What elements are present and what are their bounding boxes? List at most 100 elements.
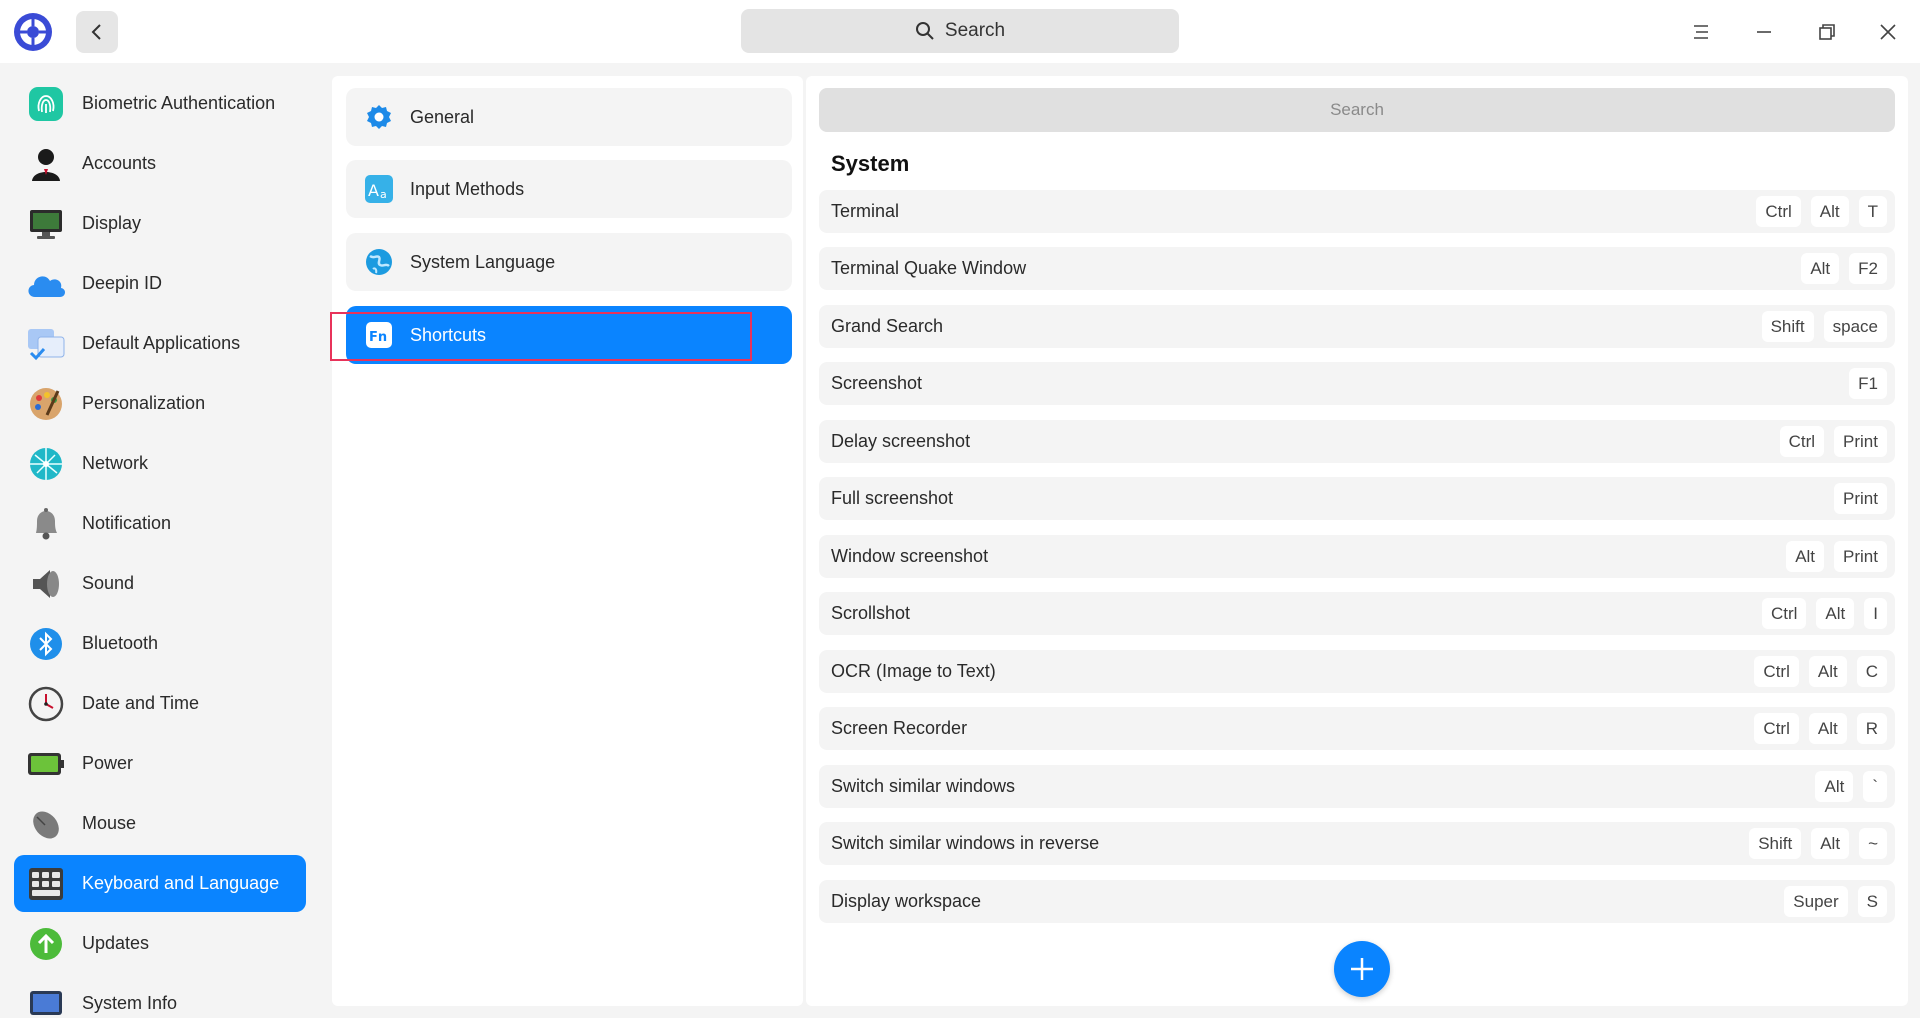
sidebar-item-personalization[interactable]: Personalization	[14, 375, 306, 432]
shortcut-keys[interactable]: Ctrl Alt I	[1761, 598, 1887, 629]
control-center-logo-icon[interactable]	[12, 11, 54, 53]
shortcut-row[interactable]: Switch similar windows Alt `	[819, 765, 1895, 808]
shortcut-name: Grand Search	[831, 316, 944, 336]
main-menu-button[interactable]	[1683, 14, 1719, 50]
sidebar-item-updates[interactable]: Updates	[14, 915, 306, 972]
sidebar-item-power[interactable]: Power	[14, 735, 306, 792]
shortcut-row[interactable]: Display workspace Super S	[819, 880, 1895, 923]
key-cap: Ctrl	[1756, 196, 1801, 227]
key-cap: C	[1856, 656, 1887, 687]
shortcut-row[interactable]: OCR (Image to Text) Ctrl Alt C	[819, 650, 1895, 693]
shortcut-keys[interactable]: F1	[1849, 368, 1887, 399]
key-cap: Alt	[1815, 771, 1854, 802]
shortcut-keys[interactable]: Ctrl Print	[1779, 426, 1887, 457]
shortcut-row[interactable]: Screenshot F1	[819, 362, 1895, 405]
shortcut-name: Window screenshot	[831, 546, 989, 566]
shortcut-keys[interactable]: Ctrl Alt C	[1754, 656, 1887, 687]
sidebar: Biometric Authentication Accounts Displa…	[0, 63, 320, 1018]
chevron-left-icon	[91, 24, 101, 40]
key-cap: Alt	[1808, 713, 1847, 744]
restore-window-icon	[1819, 24, 1835, 40]
sidebar-item-accounts[interactable]: Accounts	[14, 135, 306, 192]
sidebar-item-deepin-id[interactable]: Deepin ID	[14, 255, 306, 312]
minimize-button[interactable]	[1746, 14, 1782, 50]
gear-icon	[364, 102, 394, 132]
shortcut-name: Delay screenshot	[831, 431, 971, 451]
sidebar-item-label: Date and Time	[82, 693, 200, 713]
shortcut-keys[interactable]: Ctrl Alt R	[1754, 713, 1887, 744]
key-cap: T	[1858, 196, 1887, 227]
shortcut-name: Full screenshot	[831, 488, 954, 508]
submenu-item-shortcuts[interactable]: Fn Shortcuts	[346, 306, 792, 364]
shortcut-keys[interactable]: Print	[1834, 483, 1887, 514]
battery-icon	[24, 742, 68, 786]
shortcut-name: Terminal Quake Window	[831, 258, 1027, 278]
key-cap: Alt	[1808, 656, 1847, 687]
shortcut-keys[interactable]: Ctrl Alt T	[1756, 196, 1887, 227]
key-cap: Print	[1834, 483, 1887, 514]
key-cap: F2	[1849, 253, 1887, 284]
sidebar-item-label: Biometric Authentication	[82, 93, 276, 113]
sidebar-item-sound[interactable]: Sound	[14, 555, 306, 612]
key-cap: Print	[1834, 541, 1887, 572]
sidebar-item-display[interactable]: Display	[14, 195, 306, 252]
sidebar-item-system-info[interactable]: System Info	[14, 975, 306, 1018]
shortcut-row[interactable]: Switch similar windows in reverse Shift …	[819, 822, 1895, 865]
shortcut-row[interactable]: Delay screenshot Ctrl Print	[819, 420, 1895, 463]
submenu-item-input-methods[interactable]: Aa Input Methods	[346, 160, 792, 218]
sidebar-item-label: Notification	[82, 513, 172, 533]
svg-text:a: a	[380, 188, 387, 201]
shortcut-keys[interactable]: Alt F2	[1801, 253, 1887, 284]
search-icon	[915, 22, 934, 40]
sidebar-item-label: Display	[82, 213, 142, 233]
shortcut-row[interactable]: Window screenshot Alt Print	[819, 535, 1895, 578]
sidebar-item-date-and-time[interactable]: Date and Time	[14, 675, 306, 732]
shortcut-name: Switch similar windows	[831, 776, 1016, 796]
shortcut-keys[interactable]: Alt Print	[1786, 541, 1887, 572]
shortcut-name: Display workspace	[831, 891, 982, 911]
key-cap: Alt	[1786, 541, 1825, 572]
key-cap: Ctrl	[1779, 426, 1825, 457]
shortcut-row[interactable]: Terminal Ctrl Alt T	[819, 190, 1895, 233]
speaker-icon	[24, 562, 68, 606]
mouse-icon	[24, 802, 68, 846]
submenu-item-label: General	[410, 106, 475, 127]
minimize-icon	[1757, 31, 1771, 33]
palette-icon	[24, 382, 68, 426]
shortcut-row[interactable]: Grand Search Shift space	[819, 305, 1895, 348]
add-shortcut-button[interactable]	[1334, 941, 1390, 997]
shortcut-name: Scrollshot	[831, 603, 911, 623]
submenu-item-system-language[interactable]: System Language	[346, 233, 792, 291]
sidebar-item-keyboard-and-language[interactable]: Keyboard and Language	[14, 855, 306, 912]
shortcut-keys[interactable]: Alt `	[1815, 771, 1887, 802]
close-button[interactable]	[1870, 14, 1906, 50]
shortcut-search-input[interactable]: Search	[819, 88, 1895, 132]
shortcut-row[interactable]: Terminal Quake Window Alt F2	[819, 247, 1895, 290]
shortcut-search-placeholder: Search	[1330, 100, 1384, 119]
sidebar-item-biometric-authentication[interactable]: Biometric Authentication	[14, 75, 306, 132]
restore-button[interactable]	[1809, 14, 1845, 50]
input-methods-icon: Aa	[364, 174, 394, 204]
plus-icon	[1351, 958, 1373, 980]
submenu-item-general[interactable]: General	[346, 88, 792, 146]
shortcut-row[interactable]: Scrollshot Ctrl Alt I	[819, 592, 1895, 635]
shortcut-keys[interactable]: Super S	[1784, 886, 1887, 917]
shortcut-row[interactable]: Full screenshot Print	[819, 477, 1895, 520]
shortcut-keys[interactable]: Shift Alt ~	[1749, 828, 1887, 859]
sidebar-item-label: Power	[82, 753, 134, 773]
network-icon	[24, 442, 68, 486]
global-search-label: Search	[944, 20, 1006, 41]
sidebar-item-default-applications[interactable]: Default Applications	[14, 315, 306, 372]
back-button[interactable]	[76, 11, 118, 53]
sidebar-item-bluetooth[interactable]: Bluetooth	[14, 615, 306, 672]
sidebar-item-notification[interactable]: Notification	[14, 495, 306, 552]
global-search-box[interactable]: Search	[741, 9, 1179, 53]
keyboard-icon	[24, 862, 68, 906]
shortcut-keys[interactable]: Shift space	[1761, 311, 1887, 342]
sidebar-item-mouse[interactable]: Mouse	[14, 795, 306, 852]
shortcut-row[interactable]: Screen Recorder Ctrl Alt R	[819, 707, 1895, 750]
system-info-icon	[24, 982, 68, 1018]
sidebar-item-network[interactable]: Network	[14, 435, 306, 492]
submenu-item-label: Shortcuts	[410, 324, 487, 345]
key-cap: Shift	[1761, 311, 1814, 342]
